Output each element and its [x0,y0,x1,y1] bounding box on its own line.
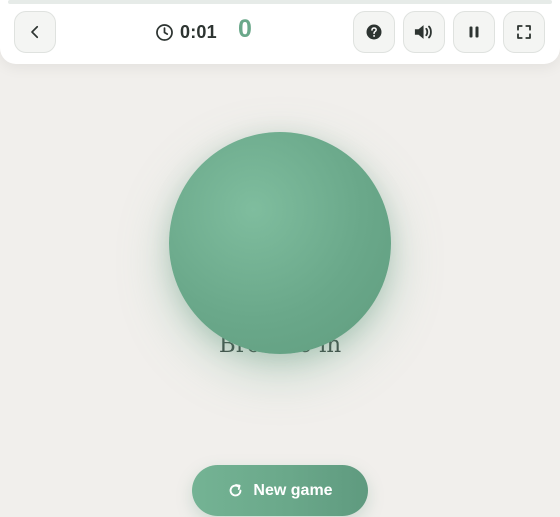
sound-button[interactable] [403,11,445,53]
new-game-button[interactable]: New game [192,465,368,516]
timer: 0:01 [155,20,217,44]
pause-icon [469,26,479,38]
clock-icon [156,23,173,41]
timer-value: 0:01 [180,21,217,42]
fullscreen-icon [517,25,531,39]
help-button[interactable] [353,11,395,53]
fullscreen-button[interactable] [503,11,545,53]
question-circle-icon [366,24,382,40]
score-value: 0 [238,15,252,43]
chevron-left-icon [31,25,39,39]
breathing-circle [169,132,391,354]
speaker-icon [414,25,432,39]
back-button[interactable] [14,11,56,53]
new-game-label: New game [253,481,333,499]
top-bar: 0:01 0 [0,0,560,64]
progress-bar [8,0,552,4]
pause-button[interactable] [453,11,495,53]
refresh-icon [230,484,242,497]
